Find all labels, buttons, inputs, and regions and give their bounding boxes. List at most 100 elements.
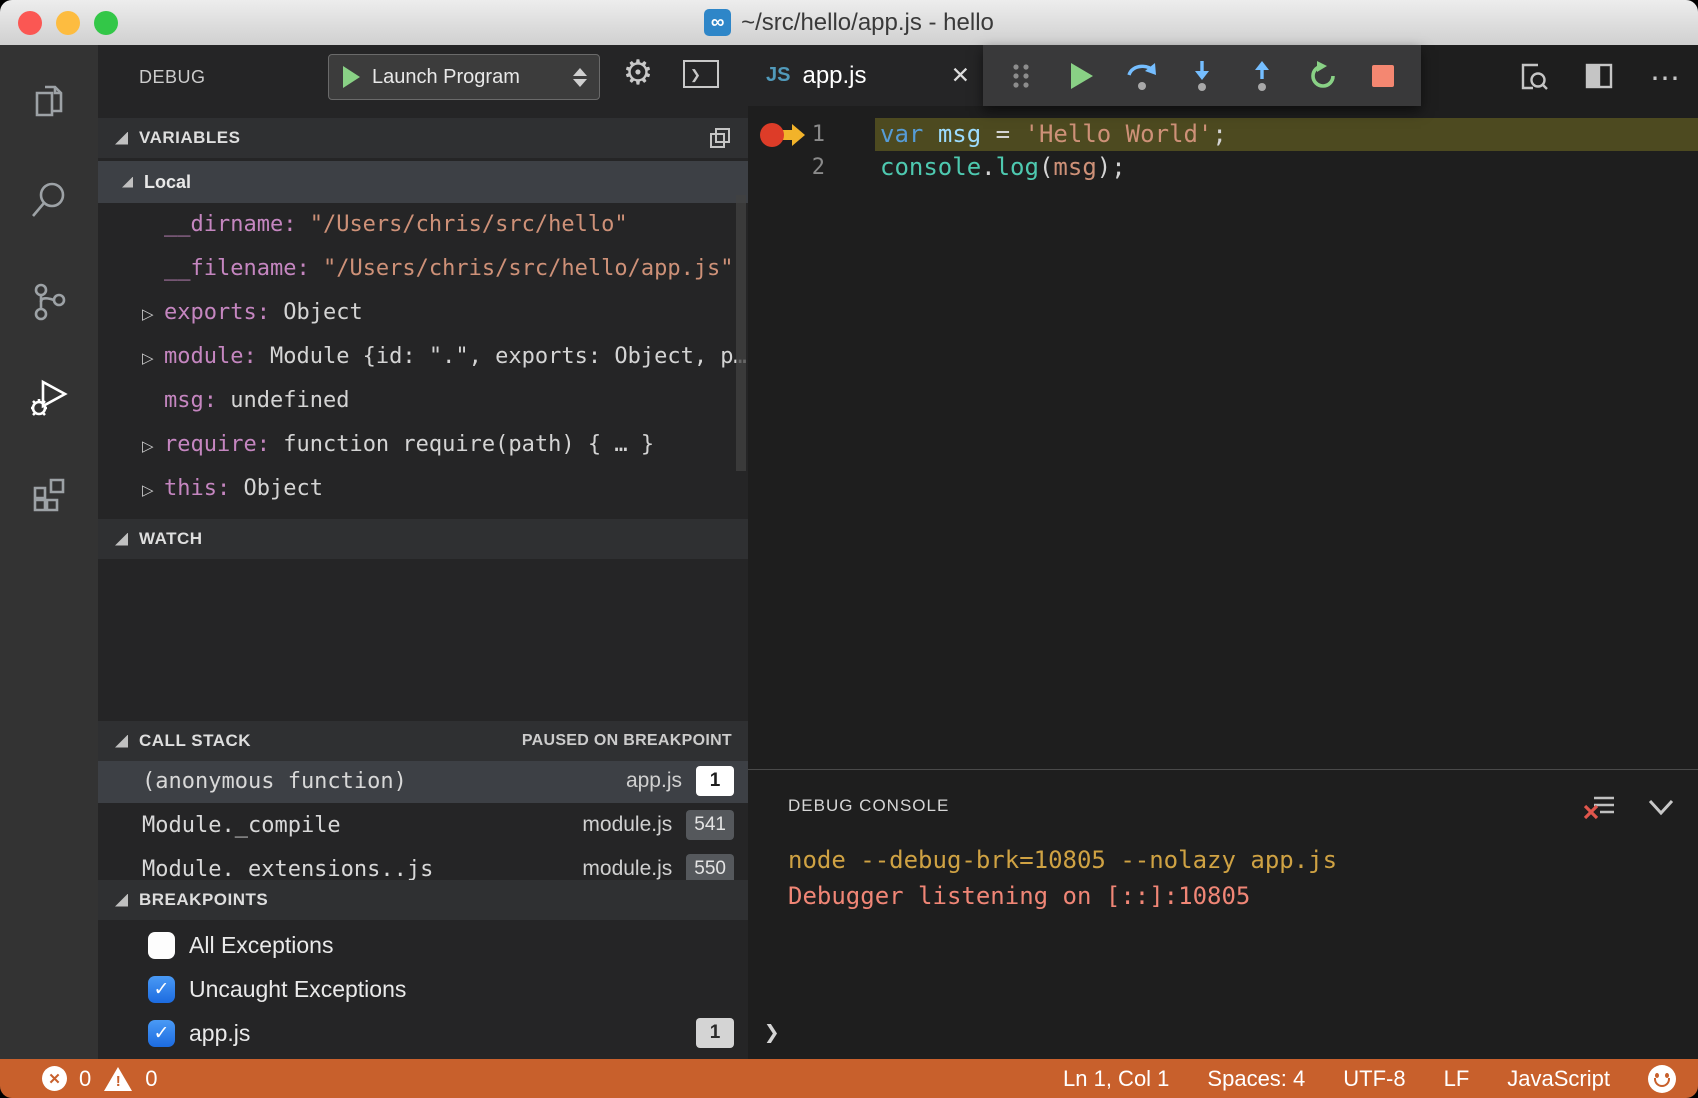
zoom-window-button[interactable] — [94, 11, 118, 35]
source-control-icon[interactable] — [27, 280, 71, 324]
variable-value: Module {id: ".", exports: Object, p… — [270, 344, 747, 369]
code-area[interactable]: 1var msg = 'Hello World';2console.log(ms… — [748, 118, 1698, 184]
frame-file: module.js — [582, 813, 672, 837]
continue-icon[interactable] — [1063, 56, 1099, 96]
frame-name: Module._extensions..js — [142, 857, 433, 882]
expand-arrow-icon: ▷ — [142, 424, 164, 467]
variables-section-header[interactable]: VARIABLES — [98, 118, 748, 158]
debug-console-title: DEBUG CONSOLE — [788, 796, 949, 816]
breakpoint-row[interactable]: All Exceptions — [98, 923, 748, 967]
step-into-icon[interactable] — [1184, 56, 1220, 96]
collapse-triangle-icon — [115, 735, 128, 748]
collapse-all-icon[interactable] — [709, 127, 731, 149]
status-item[interactable]: UTF-8 — [1343, 1066, 1405, 1092]
variable-row[interactable]: ▷require: function require(path) { … } — [98, 423, 748, 467]
configure-gear-icon[interactable]: ⚙ — [618, 51, 658, 95]
variable-row[interactable]: ▷exports: Object — [98, 291, 748, 335]
launch-config-label: Launch Program — [372, 66, 573, 89]
breakpoint-row[interactable]: ✓ Uncaught Exceptions — [98, 967, 748, 1011]
js-file-icon: JS — [766, 64, 790, 87]
feedback-smiley-icon[interactable] — [1648, 1065, 1676, 1093]
frame-line-badge: 541 — [686, 810, 734, 840]
variable-row[interactable]: __filename: "/Users/chris/src/hello/app.… — [98, 247, 748, 291]
call-stack-section-header[interactable]: CALL STACK PAUSED ON BREAKPOINT — [98, 721, 748, 761]
step-out-icon[interactable] — [1244, 56, 1280, 96]
status-item[interactable]: Spaces: 4 — [1207, 1066, 1305, 1092]
console-line: node --debug-brk=10805 --nolazy app.js — [788, 842, 1337, 878]
code-text: var msg = 'Hello World'; — [875, 118, 1698, 151]
search-icon[interactable] — [27, 178, 71, 222]
status-bar-right: Ln 1, Col 1 Spaces: 4 UTF-8 LF JavaScript — [1063, 1065, 1676, 1093]
variable-value: Object — [283, 300, 362, 325]
open-preview-icon[interactable] — [1518, 61, 1548, 96]
breakpoint-checkbox[interactable]: ✓ — [148, 1020, 175, 1047]
debug-console-panel: DEBUG CONSOLE node --debug-brk=10805 --n… — [748, 769, 1698, 1059]
debug-icon[interactable] — [27, 376, 71, 420]
clear-console-icon[interactable] — [1584, 792, 1616, 827]
breakpoint-current-line-icon[interactable] — [760, 122, 810, 148]
scope-label: Local — [144, 172, 191, 193]
stack-frame-row[interactable]: Module._compile module.js 541 — [98, 803, 748, 847]
errors-count[interactable]: 0 — [79, 1066, 91, 1092]
vscode-icon: ∞ — [704, 9, 731, 36]
status-item[interactable]: LF — [1444, 1066, 1470, 1092]
warnings-icon[interactable]: ! — [103, 1066, 133, 1092]
variable-name: this: — [164, 476, 243, 501]
collapse-panel-icon[interactable] — [1646, 796, 1676, 823]
stop-icon[interactable] — [1365, 56, 1401, 96]
frame-file: module.js — [582, 857, 672, 881]
expand-arrow-icon: ▷ — [142, 468, 164, 511]
close-tab-icon[interactable]: ✕ — [951, 62, 970, 89]
variable-row[interactable]: ▷module: Module {id: ".", exports: Objec… — [98, 335, 748, 379]
console-prompt-icon[interactable]: ❯ — [764, 1018, 780, 1048]
more-actions-icon[interactable]: ⋯ — [1650, 65, 1680, 93]
variable-row[interactable]: __dirname: "/Users/chris/src/hello" — [98, 203, 748, 247]
expand-arrow-icon: ▷ — [142, 336, 164, 379]
breakpoints-section-header[interactable]: BREAKPOINTS — [98, 880, 748, 920]
window-title-group: ∞ ~/src/hello/app.js - hello — [704, 9, 994, 37]
variable-name: msg: — [164, 388, 230, 413]
toolbar-drag-handle[interactable] — [1003, 56, 1039, 96]
frame-name: Module._compile — [142, 813, 341, 838]
restart-icon[interactable] — [1305, 56, 1341, 96]
variable-value: Object — [243, 476, 322, 501]
stack-frame-row[interactable]: (anonymous function)app.js1 — [98, 759, 748, 803]
explorer-icon[interactable] — [27, 81, 71, 125]
errors-icon[interactable]: ✕ — [42, 1066, 67, 1091]
tab-appjs[interactable]: JS app.js ✕ — [748, 45, 988, 106]
variable-row[interactable]: ▷this: Object — [98, 467, 748, 511]
extensions-icon[interactable] — [27, 472, 71, 516]
variable-value: undefined — [230, 388, 349, 413]
sidebar-title: DEBUG — [139, 67, 206, 88]
breakpoints-header-label: BREAKPOINTS — [139, 890, 268, 910]
breakpoint-checkbox[interactable] — [148, 932, 175, 959]
code-line[interactable]: 1var msg = 'Hello World'; — [748, 118, 1698, 151]
watch-header-label: WATCH — [139, 529, 203, 549]
console-output: node --debug-brk=10805 --nolazy app.jsDe… — [788, 842, 1337, 914]
call-stack-list: (anonymous function)app.js1Module._compi… — [98, 759, 748, 891]
title-bar: ∞ ~/src/hello/app.js - hello — [0, 0, 1698, 46]
open-debug-console-icon[interactable]: ❯ — [683, 60, 719, 88]
start-debug-icon[interactable] — [343, 66, 360, 88]
watch-section-header[interactable]: WATCH — [98, 519, 748, 559]
collapse-triangle-icon — [115, 533, 128, 546]
sidebar-scrollbar[interactable] — [736, 195, 746, 471]
launch-config-dropdown[interactable]: Launch Program — [328, 54, 600, 100]
collapse-triangle-icon — [122, 177, 133, 188]
minimize-window-button[interactable] — [56, 11, 80, 35]
code-line[interactable]: 2console.log(msg); — [748, 151, 1698, 184]
breakpoint-row[interactable]: ✓app.js1 — [98, 1011, 748, 1055]
paused-on-breakpoint-badge: PAUSED ON BREAKPOINT — [522, 732, 732, 750]
variable-value: "/Users/chris/src/hello/app.js" — [323, 256, 734, 281]
breakpoint-label: All Exceptions — [189, 932, 333, 959]
breakpoint-checkbox[interactable]: ✓ — [148, 976, 175, 1003]
split-editor-icon[interactable] — [1584, 61, 1614, 96]
scope-row-local[interactable]: Local — [98, 161, 748, 203]
status-item[interactable]: JavaScript — [1507, 1066, 1610, 1092]
status-item[interactable]: Ln 1, Col 1 — [1063, 1066, 1169, 1092]
variable-row[interactable]: msg: undefined — [98, 379, 748, 423]
close-window-button[interactable] — [18, 11, 42, 35]
warnings-count[interactable]: 0 — [145, 1066, 157, 1092]
breakpoint-label: Uncaught Exceptions — [189, 976, 406, 1003]
step-over-icon[interactable] — [1124, 56, 1160, 96]
